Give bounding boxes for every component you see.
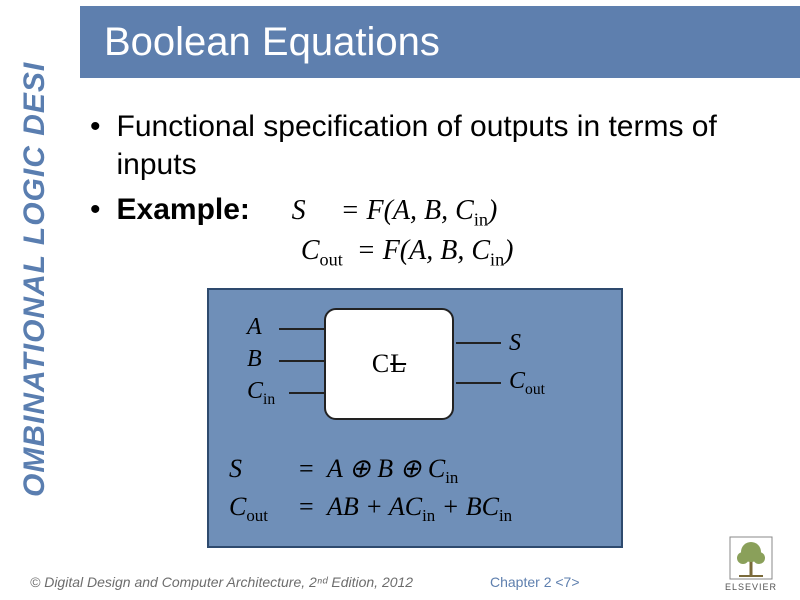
- bullet-item: • Functional specification of outputs in…: [90, 108, 780, 183]
- equation-cout-spec: Cout = F(A, B, Cin): [301, 235, 514, 266]
- bullet-dot-icon: •: [90, 108, 101, 183]
- equation-s-spec: S = F(A, B, Cin): [292, 195, 498, 226]
- equation-block: S = A ⊕ B ⊕ Cin Cout = AB + ACin + BCin: [229, 450, 512, 530]
- logic-block-diagram: A B Cin CL S Cout S = A ⊕ B ⊕ Cin Cout =…: [207, 288, 623, 548]
- slide-body: • Functional specification of outputs in…: [80, 100, 780, 280]
- slide-title-bar: Boolean Equations: [80, 6, 800, 78]
- publisher-name: ELSEVIER: [725, 582, 777, 592]
- chapter-indicator: Chapter 2 <7>: [490, 574, 580, 590]
- bullet-example: Example: S = F(A, B, Cin) Cout = F(A, B,…: [117, 191, 780, 272]
- output-label-cout: Cout: [509, 368, 545, 399]
- slide-footer: © Digital Design and Computer Architectu…: [0, 566, 800, 594]
- wire: [279, 360, 324, 362]
- bullet-text: Functional specification of outputs in t…: [117, 108, 780, 183]
- input-label-b: B: [247, 346, 262, 373]
- input-label-cin: Cin: [247, 378, 275, 409]
- wire: [456, 342, 501, 344]
- copyright-text: © Digital Design and Computer Architectu…: [30, 574, 413, 590]
- tree-icon: [729, 536, 773, 580]
- equation-cout: Cout = AB + ACin + BCin: [229, 492, 512, 526]
- wire: [456, 382, 501, 384]
- slide-title: Boolean Equations: [104, 20, 440, 65]
- equation-s: S = A ⊕ B ⊕ Cin: [229, 454, 512, 488]
- output-label-s: S: [509, 330, 521, 357]
- combinational-logic-block: CL: [324, 308, 454, 420]
- sidebar-chapter-label: OMBINATIONAL LOGIC DESI: [18, 97, 52, 497]
- wire: [289, 392, 324, 394]
- publisher-logo: ELSEVIER: [716, 536, 786, 592]
- input-label-a: A: [247, 314, 262, 341]
- bullet-item: • Example: S = F(A, B, Cin) Cout = F(A, …: [90, 191, 780, 272]
- wire: [279, 328, 324, 330]
- example-label: Example:: [117, 193, 250, 226]
- bullet-dot-icon: •: [90, 191, 101, 272]
